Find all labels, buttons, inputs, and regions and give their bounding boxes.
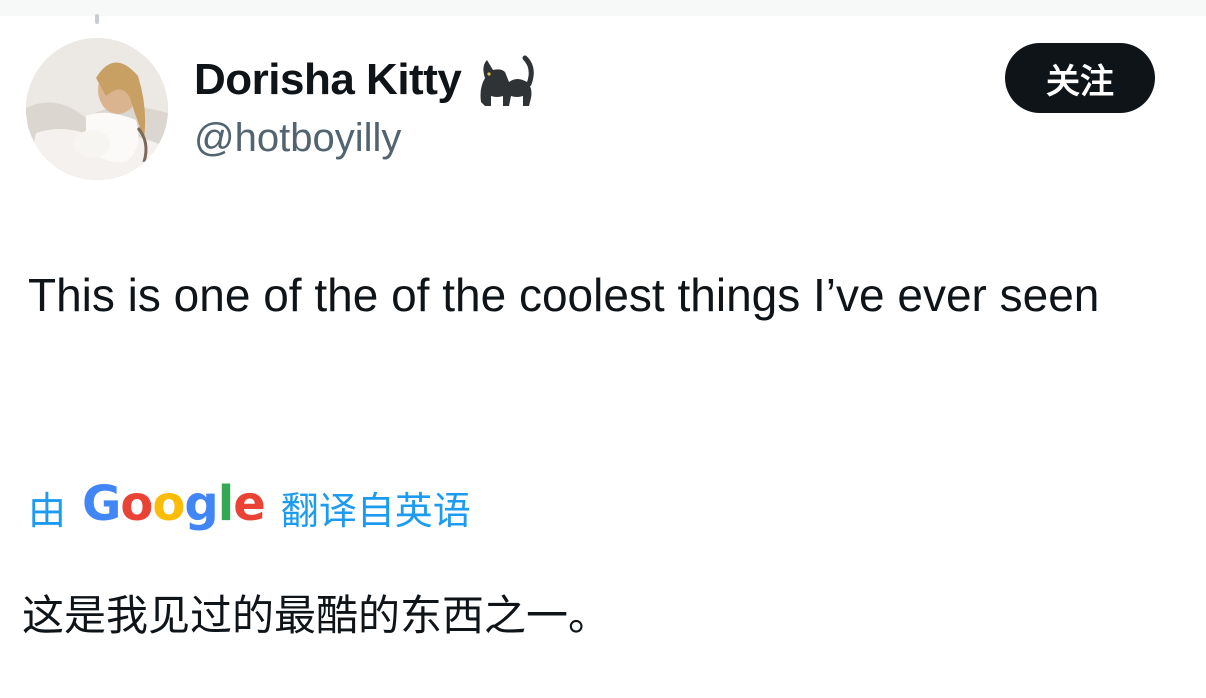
user-handle[interactable]: @hotboyilly	[194, 116, 401, 161]
google-logo: Google	[82, 476, 266, 532]
display-name[interactable]: Dorisha Kitty	[194, 55, 462, 105]
translated-tweet-text: 这是我见过的最酷的东西之一。	[22, 592, 611, 639]
display-name-row[interactable]: Dorisha Kitty	[194, 52, 535, 108]
avatar-image	[26, 38, 168, 180]
follow-button[interactable]: 关注	[1005, 43, 1155, 113]
top-strip	[0, 0, 1206, 24]
avatar[interactable]	[26, 38, 168, 180]
translated-by-google-link[interactable]: 由 Google 翻译自英语	[28, 476, 471, 538]
translated-from-english-label: 翻译自英语	[280, 490, 471, 533]
translated-by-prefix: 由	[28, 490, 67, 533]
tweet-text: This is one of the of the coolest things…	[28, 269, 1100, 321]
black-cat-icon	[473, 52, 535, 108]
scroll-indicator	[95, 14, 99, 24]
